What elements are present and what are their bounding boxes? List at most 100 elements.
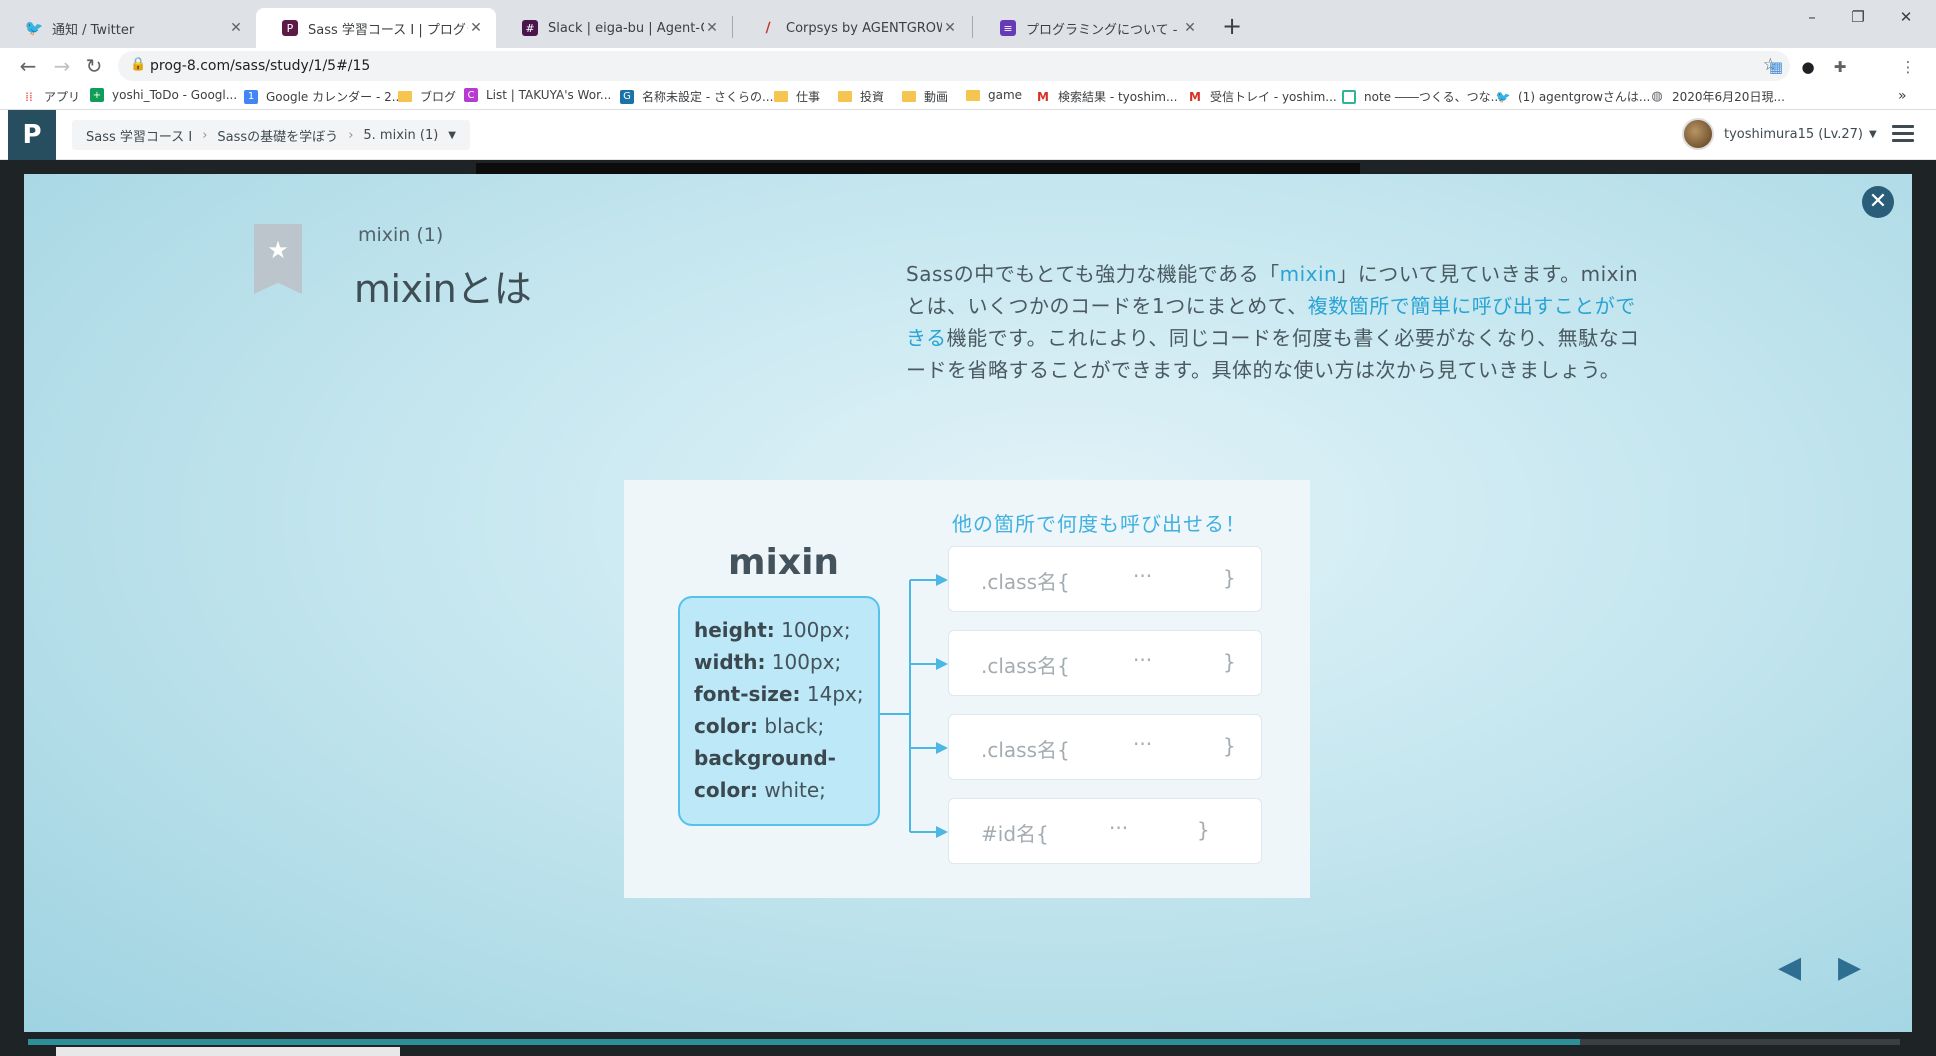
slide-description: Sassの中でもとても強力な機能である「mixin」について見ていきます。mix…: [906, 258, 1646, 386]
sakura-icon: G: [620, 89, 634, 104]
address-bar[interactable]: 🔒 prog-8.com/sass/study/1/5#/15 ☆: [118, 51, 1790, 81]
breadcrumb-lesson[interactable]: 5. mixin (1): [363, 128, 438, 143]
mixin-property: color: black;: [694, 714, 825, 738]
gmail-icon: M: [1189, 89, 1201, 104]
note-icon: [1342, 89, 1356, 104]
extension-calendar-icon[interactable]: ▦: [1766, 57, 1786, 77]
progate-logo[interactable]: P: [8, 110, 56, 160]
bookmark-label: 検索結果 - tyoshim...: [1058, 90, 1178, 104]
progate-icon: P: [282, 20, 298, 36]
bookmark-label: 動画: [924, 90, 949, 104]
url-text[interactable]: prog-8.com/sass/study/1/5#/15: [150, 58, 370, 74]
mixin-property: width: 100px;: [694, 650, 842, 674]
restore-button[interactable]: ❐: [1838, 8, 1878, 26]
bookmarks-more-button[interactable]: »: [1898, 88, 1907, 104]
close-tab-icon[interactable]: ✕: [704, 20, 720, 36]
close-tab-icon[interactable]: ✕: [228, 20, 244, 36]
star-icon: ★: [267, 236, 289, 264]
twitter-icon: 🐦: [24, 19, 44, 37]
user-menu[interactable]: tyoshimura15 (Lv.27) ▼: [1682, 118, 1877, 150]
slide-progress-track: [1580, 1039, 1900, 1045]
bookmark-label: List | TAKUYA's Wor...: [486, 88, 612, 102]
browser-tab-google-forms[interactable]: ≡ プログラミングについて - Google フォ ✕: [974, 8, 1210, 48]
bookmark-todo[interactable]: + yoshi_ToDo - Googl...: [90, 88, 237, 102]
site-header: P Sass 学習コース I › Sassの基礎を学ぼう › 5. mixin …: [0, 110, 1936, 160]
mixin-property: font-size: 14px;: [694, 682, 864, 706]
hamburger-menu-icon[interactable]: [1892, 125, 1914, 143]
chevron-right-icon: ›: [348, 127, 354, 143]
close-slide-button[interactable]: ✕: [1862, 186, 1894, 218]
folder-icon: [838, 91, 852, 102]
mixin-title: mixin: [728, 542, 840, 583]
tab-title: 通知 / Twitter: [52, 22, 135, 38]
close-tab-icon[interactable]: ✕: [942, 20, 958, 36]
bookmark-folder-blog[interactable]: ブログ: [398, 88, 456, 105]
browser-tab-sass[interactable]: P Sass 学習コース I | プログラミングの入 ✕: [256, 8, 496, 48]
mixin-property: background-: [694, 746, 836, 770]
prev-slide-button[interactable]: ◀: [1778, 950, 1801, 985]
close-tab-icon[interactable]: ✕: [1182, 20, 1198, 36]
corpsys-icon: ∕: [765, 20, 771, 36]
bookmark-folder-game[interactable]: game: [966, 88, 1022, 102]
browser-tab-twitter[interactable]: 🐦 通知 / Twitter ✕: [0, 8, 256, 48]
close-tab-icon[interactable]: ✕: [468, 20, 484, 36]
browser-tab-corpsys[interactable]: ∕ Corpsys by AGENTGROW Inc. ✕: [734, 8, 970, 48]
background-panel: [56, 1047, 400, 1056]
bookmark-note[interactable]: note ――つくる、つな...: [1342, 88, 1502, 105]
bookmark-label: (1) agentgrowさんは...: [1518, 90, 1651, 104]
minimize-button[interactable]: –: [1792, 8, 1832, 26]
bookmark-slide-button[interactable]: ★: [254, 224, 302, 294]
target-ellipsis: ···: [1133, 564, 1153, 588]
browser-tab-slack[interactable]: # Slack | eiga-bu | Agent-Grow ✕: [496, 8, 732, 48]
target-ellipsis: ···: [1133, 732, 1153, 756]
bookmark-gmail-search[interactable]: M 検索結果 - tyoshim...: [1036, 88, 1177, 105]
bookmark-label: yoshi_ToDo - Googl...: [112, 88, 238, 102]
slide-progress-bar: [28, 1039, 1580, 1045]
browser-menu-icon[interactable]: ⋮: [1898, 57, 1918, 77]
breadcrumb-course[interactable]: Sass 学習コース I: [86, 126, 192, 145]
bookmark-apps[interactable]: ⁞⁞ アプリ: [22, 88, 80, 105]
back-icon[interactable]: ←: [14, 52, 42, 80]
slide-title: mixinとは: [354, 267, 532, 311]
bookmark-label: 2020年6月20日現...: [1672, 90, 1785, 104]
bookmark-label: 投資: [860, 90, 885, 104]
twitter-icon: 🐦: [1495, 89, 1511, 104]
bookmark-gmail-inbox[interactable]: M 受信トレイ - yoshim...: [1188, 88, 1337, 105]
folder-icon: [902, 91, 916, 102]
username: tyoshimura15 (Lv.27): [1724, 126, 1864, 142]
bookmark-sakura[interactable]: G 名称未設定 - さくらの...: [620, 88, 773, 105]
target-brace: }: [1223, 734, 1236, 758]
desc-text: 機能です。これにより、同じコードを何度も書く必要がなくなり、無駄なコードを省略す…: [906, 326, 1640, 382]
extensions-puzzle-icon[interactable]: ✚: [1830, 57, 1850, 77]
google-forms-icon: ≡: [1000, 20, 1016, 36]
bookmark-folder-invest[interactable]: 投資: [838, 88, 884, 105]
bookmark-list[interactable]: C List | TAKUYA's Wor...: [464, 88, 611, 102]
caret-down-icon[interactable]: ▼: [448, 130, 456, 141]
bookmark-folder-work[interactable]: 仕事: [774, 88, 820, 105]
bookmark-label: 受信トレイ - yoshim...: [1210, 90, 1337, 104]
bookmark-folder-video[interactable]: 動画: [902, 88, 948, 105]
forward-icon[interactable]: →: [48, 52, 76, 80]
bookmark-label: ブログ: [420, 90, 457, 104]
bookmark-label: 仕事: [796, 90, 821, 104]
bookmark-calendar[interactable]: 1 Google カレンダー - 2...: [244, 88, 403, 105]
apps-grid-icon: ⁞⁞: [25, 89, 33, 104]
lock-icon: 🔒: [130, 57, 147, 72]
target-selector: .class名{: [981, 570, 1070, 594]
next-slide-button[interactable]: ▶: [1838, 950, 1861, 985]
bookmark-globe[interactable]: ◍ 2020年6月20日現...: [1650, 88, 1785, 105]
tab-title: Slack | eiga-bu | Agent-Grow: [548, 20, 704, 36]
diagram-caption: 他の箇所で何度も呼び出せる！: [952, 512, 1246, 536]
bookmark-label: game: [988, 88, 1023, 102]
close-window-button[interactable]: ✕: [1886, 8, 1926, 26]
bookmark-twitter[interactable]: 🐦 (1) agentgrowさんは...: [1495, 88, 1651, 105]
reload-icon[interactable]: ↻: [80, 52, 108, 80]
target-brace: }: [1197, 818, 1210, 842]
extension-chat-icon[interactable]: ●: [1798, 57, 1818, 77]
new-tab-button[interactable]: +: [1222, 12, 1242, 40]
folder-icon: [398, 91, 412, 102]
breadcrumb-chapter[interactable]: Sassの基礎を学ぼう: [217, 126, 338, 145]
browser-toolbar: ← → ↻ 🔒 prog-8.com/sass/study/1/5#/15 ☆ …: [0, 48, 1936, 127]
target-selector: #id名{: [981, 822, 1049, 846]
mixin-diagram: 他の箇所で何度も呼び出せる！ mixin height: 100px; widt…: [624, 480, 1310, 898]
